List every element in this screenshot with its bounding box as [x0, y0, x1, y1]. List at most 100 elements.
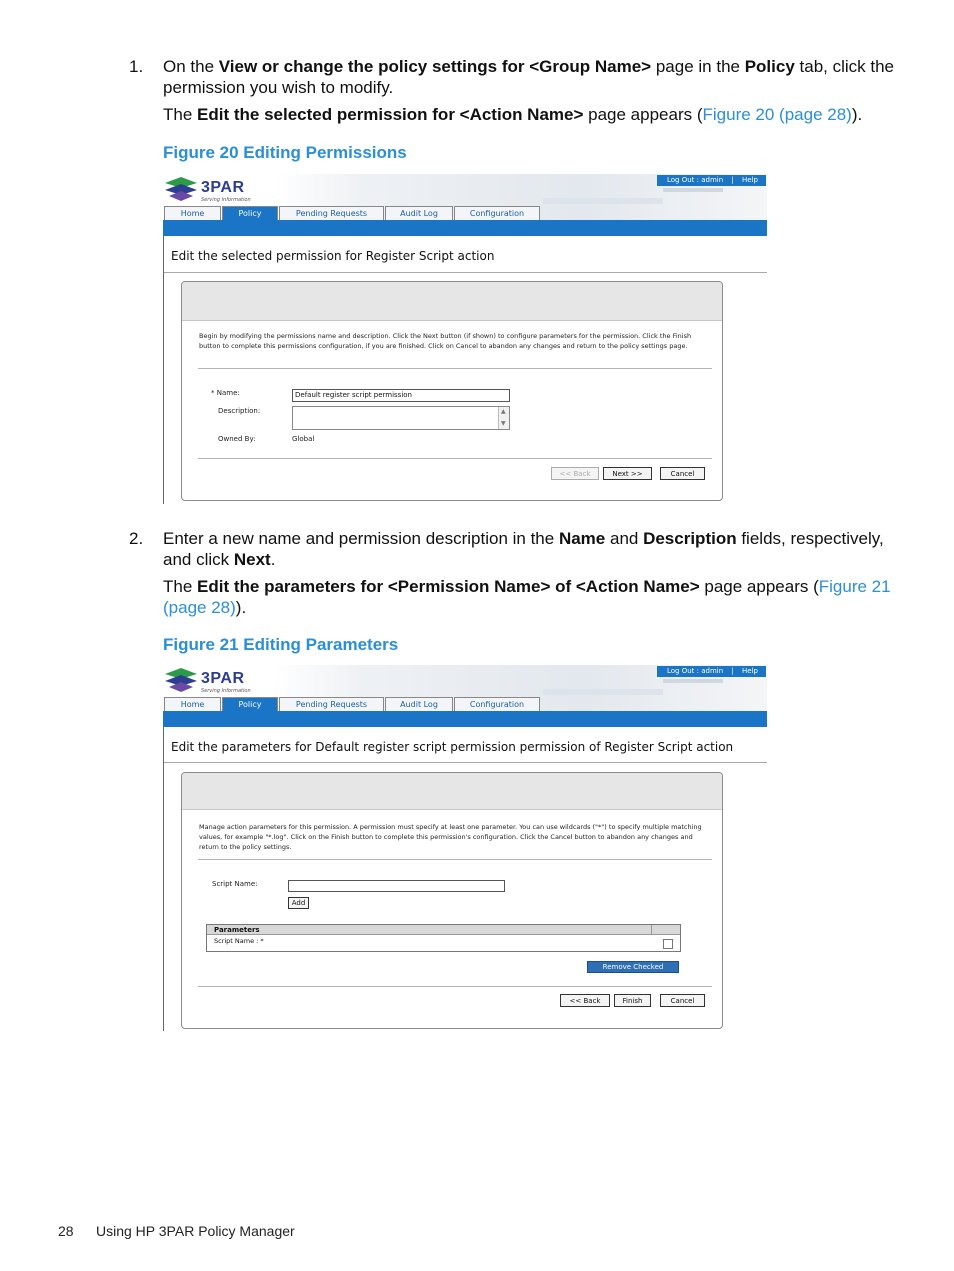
- nav-bar: [163, 711, 767, 727]
- owned-by-value: Global: [292, 435, 315, 443]
- help-link[interactable]: Help: [742, 175, 758, 186]
- step-2-text-part: Enter a new name and permission descript…: [163, 529, 559, 548]
- help-link[interactable]: Help: [742, 666, 758, 677]
- figure-21-link[interactable]: Figure 21: [819, 577, 891, 596]
- tab-audit-log[interactable]: Audit Log: [385, 697, 453, 711]
- panel-divider: [198, 458, 712, 459]
- step-1-bold-tab: Policy: [744, 57, 795, 76]
- step-2-result-part: ).: [235, 598, 247, 617]
- figure-20-caption: Figure 20 Editing Permissions: [163, 143, 407, 162]
- row-checkbox[interactable]: [663, 939, 673, 949]
- 3par-logo: 3PAR Serving Information: [163, 666, 263, 694]
- script-name-label: Script Name:: [212, 880, 258, 888]
- logout-link[interactable]: Log Out : admin: [667, 175, 723, 186]
- logo-text: 3PAR: [201, 670, 245, 687]
- step-2-number: 2.: [129, 529, 144, 548]
- step-2-result-bold: Edit the parameters for <Permission Name…: [197, 577, 700, 596]
- edit-parameters-panel: Manage action parameters for this permis…: [181, 772, 723, 1029]
- 3par-logo: 3PAR Serving Information: [163, 175, 263, 203]
- step-1-text-part: On the: [163, 57, 219, 76]
- finish-button[interactable]: Finish: [614, 994, 651, 1007]
- script-name-input[interactable]: [288, 880, 505, 892]
- figure-20-link[interactable]: Figure 20 (page 28): [703, 105, 852, 124]
- back-button[interactable]: << Back: [560, 994, 610, 1007]
- scroll-down-icon[interactable]: ▼: [501, 421, 506, 427]
- app-header: 3PAR Serving Information Log Out : admin…: [163, 665, 767, 727]
- parameters-table: Parameters Script Name : *: [206, 924, 681, 952]
- page-number: 28: [58, 1223, 74, 1239]
- app-header: 3PAR Serving Information Log Out : admin…: [163, 174, 767, 236]
- edit-permission-panel: Begin by modifying the permissions name …: [181, 281, 723, 501]
- step-2-text-part: .: [270, 550, 276, 569]
- name-label: * Name:: [211, 389, 240, 397]
- logout-link[interactable]: Log Out : admin: [667, 666, 723, 677]
- link-divider: |: [731, 667, 734, 675]
- tab-bar: Home Policy Pending Requests Audit Log C…: [164, 697, 541, 711]
- step-1-result-part: page appears (: [583, 105, 703, 124]
- step-2-result-part: page appears (: [699, 577, 819, 596]
- tab-pending-requests[interactable]: Pending Requests: [279, 206, 384, 220]
- step-2-text-part: fields, respectively,: [736, 529, 884, 548]
- next-button[interactable]: Next >>: [603, 467, 652, 480]
- top-links: Log Out : admin | Help: [657, 666, 766, 677]
- figure-20-screenshot: 3PAR Serving Information Log Out : admin…: [163, 174, 767, 504]
- panel-instructions: Begin by modifying the permissions name …: [199, 332, 692, 350]
- header-separator: [651, 925, 652, 935]
- logo-text: 3PAR: [201, 179, 245, 196]
- panel-header: [182, 773, 722, 810]
- panel-divider: [198, 368, 712, 369]
- parameters-table-header: Parameters: [207, 925, 680, 935]
- tab-home[interactable]: Home: [164, 697, 221, 711]
- tab-policy[interactable]: Policy: [222, 206, 278, 220]
- step-1-result-bold: Edit the selected permission for <Action…: [197, 105, 584, 124]
- logo-tagline: Serving Information: [201, 197, 251, 203]
- cancel-button[interactable]: Cancel: [660, 994, 705, 1007]
- step-1-text-line2: permission you wish to modify.: [163, 78, 394, 97]
- left-border: [163, 236, 164, 504]
- page-title: Edit the selected permission for Registe…: [171, 249, 495, 263]
- tab-audit-log[interactable]: Audit Log: [385, 206, 453, 220]
- tab-home[interactable]: Home: [164, 206, 221, 220]
- step-1-text-part: page in the: [651, 57, 745, 76]
- page-title: Edit the parameters for Default register…: [171, 740, 734, 754]
- title-divider: [163, 762, 767, 763]
- tab-pending-requests[interactable]: Pending Requests: [279, 697, 384, 711]
- tab-configuration[interactable]: Configuration: [454, 697, 540, 711]
- panel-divider: [198, 859, 712, 860]
- step-1-result-part: The: [163, 105, 198, 124]
- textarea-scrollbar[interactable]: ▲ ▼: [498, 407, 509, 429]
- table-row: Script Name : *: [214, 937, 264, 945]
- add-button[interactable]: Add: [288, 897, 309, 909]
- cancel-button[interactable]: Cancel: [660, 467, 705, 480]
- link-divider: |: [731, 176, 734, 184]
- step-2-text-part: and click: [163, 550, 234, 569]
- 3par-logo-icon: [165, 177, 197, 201]
- panel-header: [182, 282, 722, 321]
- remove-checked-button[interactable]: Remove Checked: [587, 961, 679, 973]
- step-1-bold-page: View or change the policy settings for <…: [218, 57, 652, 76]
- nav-bar: [163, 220, 767, 236]
- description-textarea[interactable]: ▲ ▼: [292, 406, 510, 430]
- step-2-bold-next: Next: [233, 550, 271, 569]
- step-1-text-part: tab, click the: [794, 57, 895, 76]
- step-2-bold-name: Name: [558, 529, 606, 548]
- title-divider: [163, 272, 767, 273]
- tab-policy[interactable]: Policy: [222, 697, 278, 711]
- panel-instructions: Manage action parameters for this permis…: [199, 823, 702, 851]
- name-input[interactable]: Default register script permission: [292, 389, 510, 402]
- step-2-result: The Edit the parameters for <Permission …: [163, 576, 891, 597]
- step-1-result: The Edit the selected permission for <Ac…: [163, 104, 862, 125]
- step-2-text-part: and: [605, 529, 644, 548]
- owned-by-label: Owned By:: [218, 435, 256, 443]
- back-button[interactable]: << Back: [551, 467, 599, 480]
- step-2-bold-description: Description: [643, 529, 737, 548]
- left-border: [163, 727, 164, 1031]
- figure-21-caption: Figure 21 Editing Parameters: [163, 635, 399, 654]
- tab-configuration[interactable]: Configuration: [454, 206, 540, 220]
- step-2-result-part: The: [163, 577, 198, 596]
- figure-21-link-page[interactable]: (page 28): [163, 598, 236, 617]
- scroll-up-icon[interactable]: ▲: [501, 409, 506, 415]
- figure-21-screenshot: 3PAR Serving Information Log Out : admin…: [163, 665, 767, 1031]
- 3par-logo-icon: [165, 668, 197, 692]
- step-1-number: 1.: [129, 57, 144, 76]
